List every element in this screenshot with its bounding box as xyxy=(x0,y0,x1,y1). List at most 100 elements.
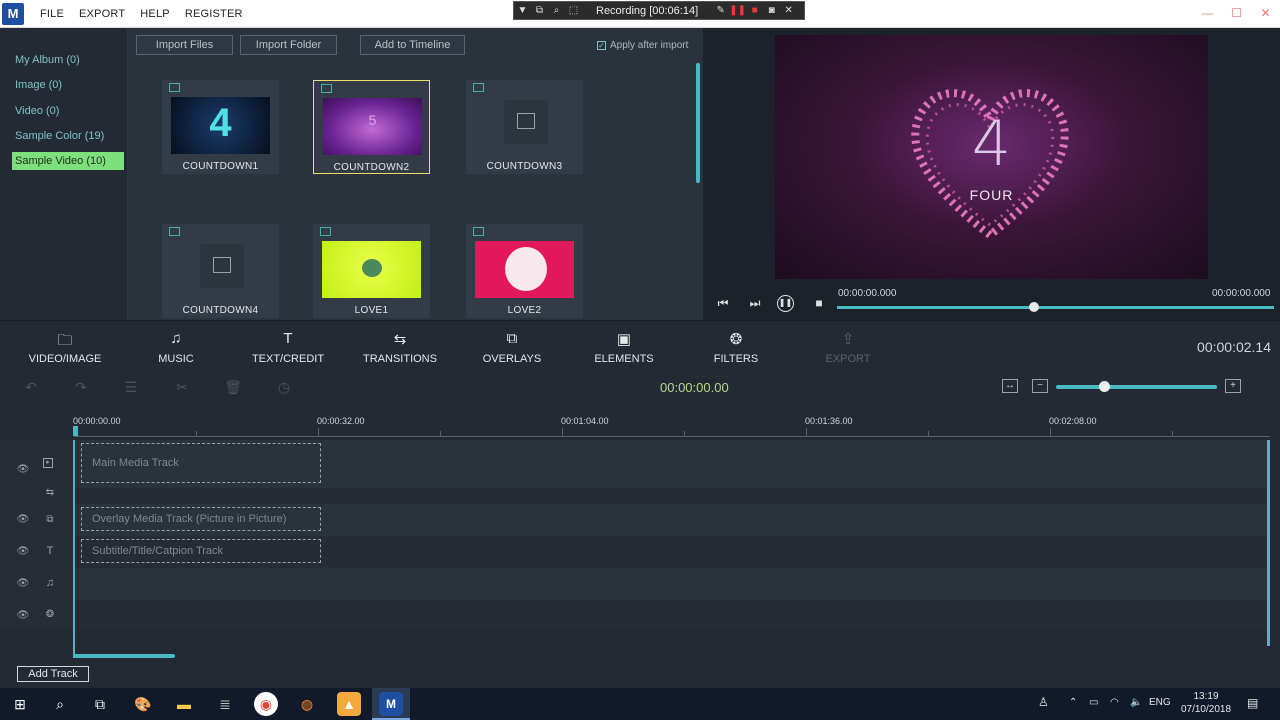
region-icon[interactable]: ⬚ xyxy=(565,5,582,16)
timeline-ruler[interactable]: 00:00:00.00 00:00:32.00 00:01:04.00 00:0… xyxy=(0,404,1280,440)
file-explorer-icon[interactable]: ▬ xyxy=(172,692,196,716)
pause-icon[interactable]: ❚❚ xyxy=(777,295,794,312)
apply-checkbox[interactable]: ✓ xyxy=(597,41,606,50)
skip-forward-icon[interactable]: ⏭ xyxy=(746,296,764,311)
close-icon[interactable]: ✕ xyxy=(1251,0,1280,28)
timeline-vertical-scrollbar[interactable] xyxy=(1267,440,1270,646)
clip-countdown3[interactable]: COUNTDOWN3 xyxy=(466,80,583,174)
effects-track[interactable] xyxy=(74,600,1270,630)
volume-icon[interactable]: 🔈 xyxy=(1130,697,1142,708)
chrome-icon[interactable]: ◉ xyxy=(254,692,278,716)
dropdown-icon[interactable]: ▼ xyxy=(514,5,531,16)
windows-taskbar: ⊞ ⌕ ⧉ 🎨 ▬ ≣ ◉ ◍ ▲ M ♙ ⌃ ▭ ◠ 🔈 ENG 13:19 … xyxy=(0,688,1280,720)
add-to-timeline-button[interactable]: Add to Timeline xyxy=(360,35,465,55)
task-view-icon[interactable]: ⧉ xyxy=(88,692,112,716)
search-icon[interactable]: ⌕ xyxy=(48,692,72,716)
tab-music[interactable]: ♫ MUSIC xyxy=(120,321,232,373)
cut-icon[interactable]: ✂ xyxy=(173,379,191,396)
overlay-drop-zone[interactable]: Overlay Media Track (Picture in Picture) xyxy=(81,507,321,531)
import-folder-button[interactable]: Import Folder xyxy=(240,35,337,55)
zoom-slider-knob[interactable] xyxy=(1099,381,1111,392)
duration-icon[interactable]: ◷ xyxy=(275,379,293,396)
preview-progress-bar[interactable] xyxy=(837,306,1274,309)
clip-label: COUNTDOWN2 xyxy=(333,162,410,173)
sidebar-item-video[interactable]: Video (0) xyxy=(12,102,124,120)
current-timecode: 00:00:00.00 xyxy=(660,380,729,395)
adjust-icon[interactable]: ☰ xyxy=(122,379,140,396)
preview-progress-knob[interactable] xyxy=(1028,302,1039,312)
pen-icon[interactable]: ✎ xyxy=(712,5,729,16)
menu-register[interactable]: REGISTER xyxy=(185,8,243,20)
database-app-icon[interactable]: ≣ xyxy=(213,692,237,716)
transition-track[interactable] xyxy=(74,488,1270,504)
subtitle-drop-zone[interactable]: Subtitle/Title/Catpion Track xyxy=(81,539,321,563)
zoom-slider[interactable] xyxy=(1056,385,1217,389)
import-files-button[interactable]: Import Files xyxy=(136,35,233,55)
sidebar-item-image[interactable]: Image (0) xyxy=(12,76,124,94)
notifications-icon[interactable]: ▤ xyxy=(1247,696,1258,710)
clip-love2[interactable]: LOVE2 xyxy=(466,224,583,318)
eye-icon[interactable]: 👁 xyxy=(16,546,30,557)
timeline-horizontal-scrollbar[interactable] xyxy=(74,654,175,658)
menu-export[interactable]: EXPORT xyxy=(79,8,125,20)
tab-overlays[interactable]: ⧉ OVERLAYS xyxy=(456,321,568,373)
zoom-icon[interactable]: ⌕ xyxy=(548,5,565,16)
tab-video-image[interactable]: 🗀 VIDEO/IMAGE xyxy=(9,321,121,373)
eye-icon[interactable]: 👁 xyxy=(16,464,30,475)
menu-file[interactable]: FILE xyxy=(40,8,64,20)
sidebar-item-sample-video[interactable]: Sample Video (10) xyxy=(12,152,124,170)
firefox-icon[interactable]: ◍ xyxy=(295,692,319,716)
media-scrollbar[interactable] xyxy=(696,63,700,183)
wifi-icon[interactable]: ◠ xyxy=(1110,697,1119,708)
apply-after-import[interactable]: ✓ Apply after import xyxy=(597,40,688,51)
tab-export[interactable]: ⇪ EXPORT xyxy=(792,321,904,373)
menu-help[interactable]: HELP xyxy=(140,8,170,20)
chevron-up-icon[interactable]: ⌃ xyxy=(1069,697,1077,708)
clip-countdown2[interactable]: 5 COUNTDOWN2 xyxy=(313,80,430,174)
main-media-drop-zone[interactable]: Main Media Track xyxy=(81,443,321,483)
clip-love1[interactable]: LOVE1 xyxy=(313,224,430,318)
eye-icon[interactable]: 👁 xyxy=(16,610,30,621)
filters-icon: ❂ xyxy=(729,331,743,348)
tab-elements[interactable]: ▣ ELEMENTS xyxy=(568,321,680,373)
sidebar-item-sample-color[interactable]: Sample Color (19) xyxy=(12,127,124,145)
language-indicator[interactable]: ENG xyxy=(1149,697,1171,708)
media-track-icon: ▸ xyxy=(43,458,53,468)
battery-icon[interactable]: ▭ xyxy=(1089,697,1098,708)
stop-icon[interactable]: ■ xyxy=(810,296,828,310)
tab-filters[interactable]: ❂ FILTERS xyxy=(680,321,792,373)
add-track-button[interactable]: Add Track xyxy=(17,666,89,682)
audio-track[interactable] xyxy=(74,568,1270,600)
playhead[interactable] xyxy=(73,426,78,436)
pause-record-icon[interactable]: ❚❚ xyxy=(729,5,746,16)
clip-countdown4[interactable]: COUNTDOWN4 xyxy=(162,224,279,318)
tab-text-credit[interactable]: T TEXT/CREDIT xyxy=(232,321,344,373)
delete-icon[interactable]: 🗑 xyxy=(224,379,242,396)
image-app-icon[interactable]: ▲ xyxy=(337,692,361,716)
window-icon[interactable]: ⧉ xyxy=(531,5,548,16)
fit-timeline-icon[interactable]: ↔ xyxy=(1002,379,1018,393)
film-placeholder-icon xyxy=(504,100,548,144)
system-clock[interactable]: 13:19 07/10/2018 xyxy=(1178,690,1234,716)
skip-back-icon[interactable]: ⏮ xyxy=(714,296,732,311)
sidebar-item-my-album[interactable]: My Album (0) xyxy=(12,51,124,69)
stop-record-icon[interactable]: ■ xyxy=(746,5,763,16)
minimize-icon[interactable]: — xyxy=(1193,0,1222,28)
paint-app-icon[interactable]: 🎨 xyxy=(131,692,155,716)
zoom-in-icon[interactable]: + xyxy=(1225,379,1241,393)
people-icon[interactable]: ♙ xyxy=(1038,695,1049,709)
undo-icon[interactable]: ↶ xyxy=(22,379,40,396)
eye-icon[interactable]: 👁 xyxy=(16,514,30,525)
camera-icon[interactable]: ◙ xyxy=(763,5,780,16)
close-recording-icon[interactable]: ✕ xyxy=(780,5,797,16)
clip-countdown1[interactable]: 4 COUNTDOWN1 xyxy=(162,80,279,174)
windows-start-icon[interactable]: ⊞ xyxy=(8,692,32,716)
maximize-icon[interactable]: ☐ xyxy=(1222,0,1251,28)
movie-maker-app-icon[interactable]: M xyxy=(379,692,403,716)
redo-icon[interactable]: ↷ xyxy=(72,379,90,396)
clip-thumbnail: 4 xyxy=(171,97,270,154)
eye-icon[interactable]: 👁 xyxy=(16,578,30,589)
tab-transitions[interactable]: ⇆ TRANSITIONS xyxy=(344,321,456,373)
zoom-out-icon[interactable]: − xyxy=(1032,379,1048,393)
video-badge-icon xyxy=(321,84,332,93)
